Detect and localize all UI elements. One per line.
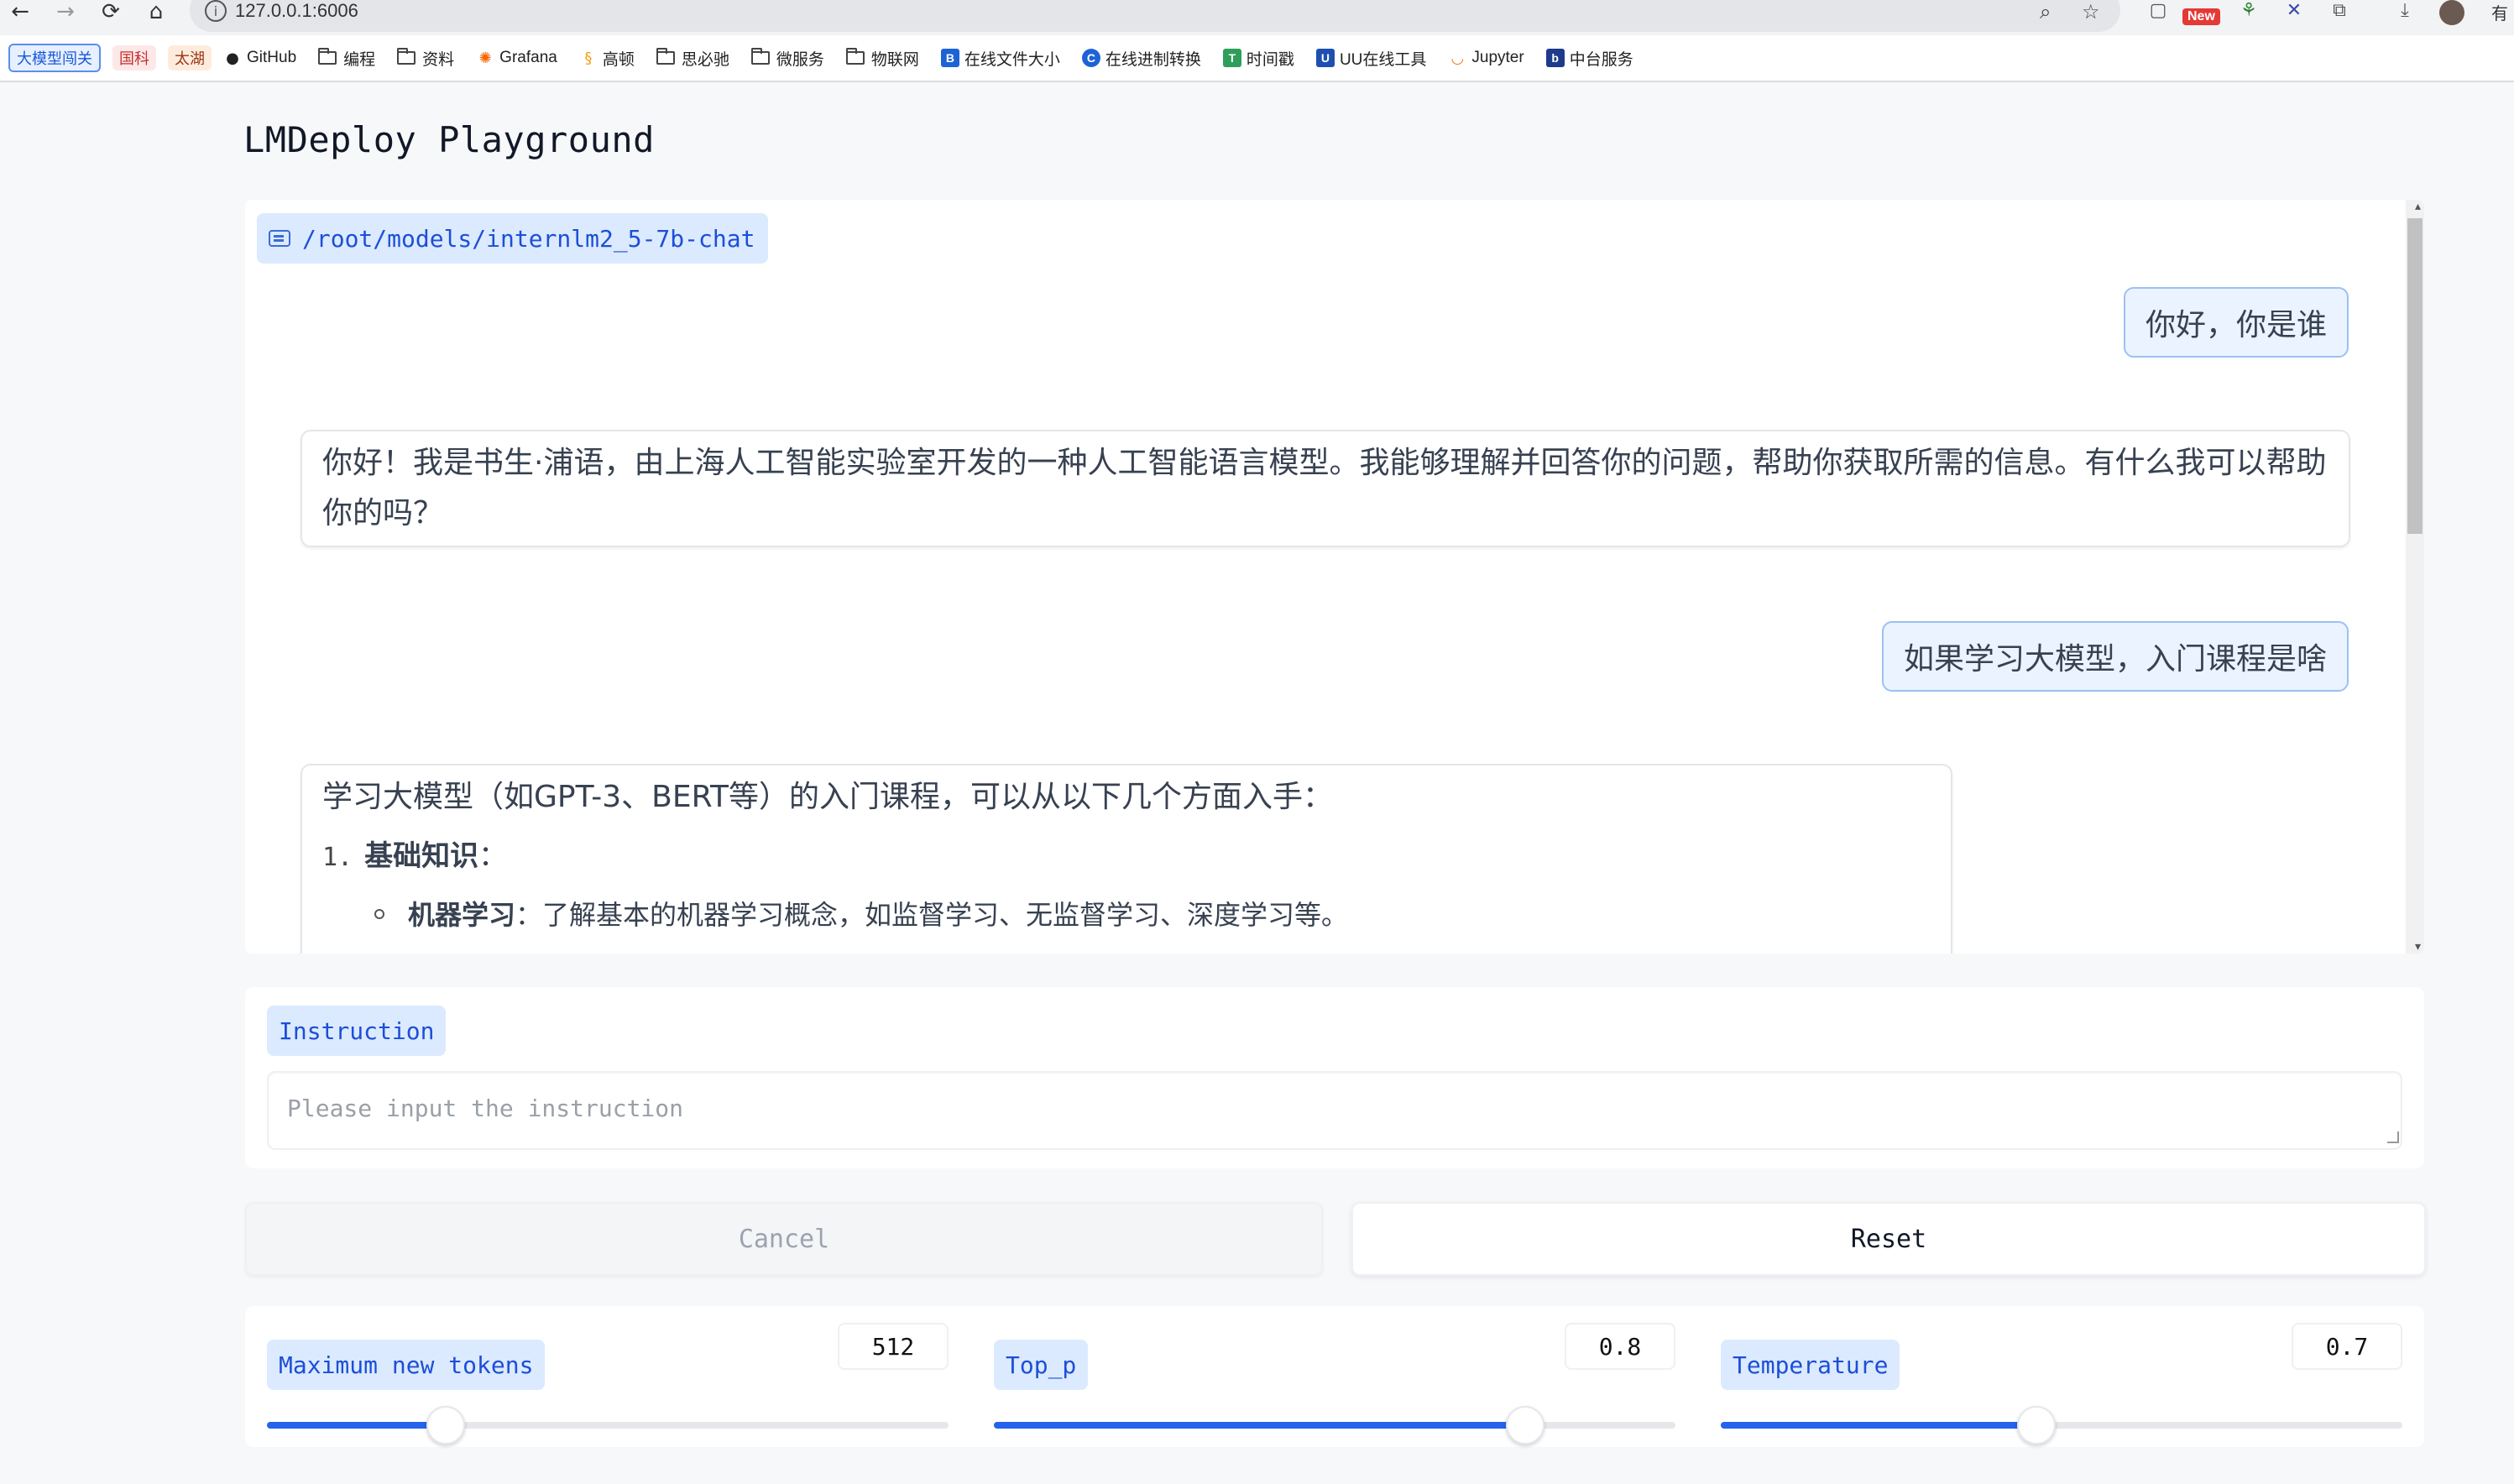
slider-thumb[interactable]	[2016, 1406, 2056, 1445]
slider-thumb[interactable]	[1506, 1406, 1545, 1445]
user-message: 如果学习大模型，入门课程是啥	[1881, 621, 2349, 692]
folder-icon	[750, 48, 770, 65]
scroll-down-icon[interactable]: ▾	[2415, 940, 2421, 954]
browser-toolbar: ← → ⟳ ⌂ i 127.0.0.1:6006 ⌕ ☆ ▢ New ⚘ ✕ ⧉…	[0, 0, 2514, 35]
bookmark-file-size[interactable]: B 在线文件大小	[940, 47, 1060, 70]
top-p-value[interactable]: 0.8	[1565, 1323, 1675, 1370]
jupyter-icon: ◡	[1450, 49, 1465, 67]
download-icon[interactable]: ⤓	[2392, 0, 2417, 25]
zoom-icon[interactable]: ⌕	[2040, 0, 2051, 24]
bookmark-platform[interactable]: b 中台服务	[1545, 47, 1633, 70]
assistant-message: 你好！我是书生·浦语，由上海人工智能实验室开发的一种人工智能语言模型。我能够理解…	[301, 430, 2350, 547]
c-icon: C	[1081, 49, 1100, 67]
bookmark-folder[interactable]: 编程	[318, 47, 375, 70]
generation-params-card: Maximum new tokens 512 Top_p 0.8 Tempera…	[245, 1306, 2424, 1447]
folder-icon	[397, 48, 416, 65]
chat-scrollbar[interactable]: ▴ ▾	[2406, 200, 2424, 954]
platform-icon: b	[1545, 49, 1565, 67]
address-bar[interactable]	[190, 0, 2120, 32]
leaf-extension-icon[interactable]: ⚘	[2236, 0, 2261, 25]
list-title: 基础知识	[364, 839, 479, 873]
cancel-button[interactable]: Cancel	[245, 1202, 1323, 1276]
temperature-slider-group: Temperature 0.7	[1721, 1323, 2402, 1445]
bookmark-uu-tools[interactable]: U UU在线工具	[1315, 47, 1426, 70]
forward-icon[interactable]: →	[49, 0, 82, 24]
folder-icon	[845, 48, 865, 65]
chat-bubble-icon	[269, 230, 290, 247]
folder-icon	[318, 48, 337, 65]
resize-handle-icon[interactable]	[2387, 1131, 2399, 1143]
new-badge[interactable]: New	[2182, 8, 2220, 25]
bookmark-folder[interactable]: 物联网	[845, 47, 919, 70]
bookmark-tag[interactable]: 太湖	[168, 45, 212, 71]
top-p-slider-group: Top_p 0.8	[994, 1323, 1675, 1445]
bookmark-folder[interactable]: 资料	[397, 47, 454, 70]
assistant-message: 学习大模型（如GPT-3、BERT等）的入门课程，可以从以下几个方面入手： 1.…	[301, 764, 1952, 954]
chat-panel: /root/models/internlm2_5-7b-chat 你好，你是谁 …	[245, 200, 2424, 954]
slider-fill	[1721, 1422, 2036, 1429]
max-tokens-value[interactable]: 512	[838, 1323, 949, 1370]
site-info-icon[interactable]: i	[205, 0, 227, 22]
instruction-card: Instruction	[245, 987, 2424, 1168]
bookmark-timestamp[interactable]: T 时间戳	[1222, 47, 1294, 70]
max-tokens-slider[interactable]	[267, 1406, 949, 1445]
slider-fill	[994, 1422, 1526, 1429]
sub-text: ：了解基本的机器学习概念，如监督学习、无监督学习、深度学习等。	[515, 899, 1349, 931]
puzzle-icon[interactable]: ⧉	[2327, 0, 2352, 25]
grafana-icon: ✺	[478, 49, 492, 67]
bookmark-folder[interactable]: 微服务	[750, 47, 824, 70]
temperature-label: Temperature	[1721, 1340, 1900, 1390]
url-text[interactable]: 127.0.0.1:6006	[235, 0, 358, 22]
bookmark-grafana[interactable]: ✺ Grafana	[476, 49, 557, 67]
instruction-input[interactable]	[267, 1071, 2402, 1150]
bullet-icon	[374, 909, 384, 919]
bookmark-hex-convert[interactable]: C 在线进制转换	[1081, 47, 1201, 70]
sub-list-item: 机器学习 ：了解基本的机器学习概念，如监督学习、无监督学习、深度学习等。	[374, 890, 1931, 940]
bookmark-gaodun[interactable]: § 高顿	[579, 47, 635, 70]
slider-thumb[interactable]	[426, 1406, 465, 1445]
bookmark-star-icon[interactable]: ☆	[2082, 0, 2100, 24]
list-number: 1.	[322, 843, 353, 872]
home-icon[interactable]: ⌂	[139, 0, 173, 24]
top-p-label: Top_p	[994, 1340, 1089, 1390]
back-icon[interactable]: ←	[3, 0, 37, 24]
sub-title: 机器学习	[408, 899, 516, 931]
extension-icon[interactable]: ▢	[2146, 0, 2171, 25]
user-message: 你好，你是谁	[2123, 287, 2349, 358]
github-icon: ●	[226, 49, 239, 67]
model-label: /root/models/internlm2_5-7b-chat	[257, 213, 769, 264]
top-p-slider[interactable]	[994, 1406, 1675, 1445]
model-name: /root/models/internlm2_5-7b-chat	[302, 224, 755, 253]
bookmark-github[interactable]: ● GitHub	[223, 49, 296, 67]
u-icon: U	[1315, 49, 1335, 67]
translate-extension-icon[interactable]: ✕	[2281, 0, 2307, 25]
temperature-value[interactable]: 0.7	[2292, 1323, 2402, 1370]
instruction-label: Instruction	[267, 1006, 447, 1056]
gaodun-icon: §	[584, 49, 593, 67]
page-title: LMDeploy Playground	[243, 119, 655, 160]
list-colon: ：	[478, 839, 508, 873]
bookmark-tag[interactable]: 国科	[112, 45, 156, 71]
b-icon: B	[940, 49, 959, 67]
reload-icon[interactable]: ⟳	[94, 0, 128, 24]
profile-avatar[interactable]	[2439, 0, 2464, 25]
max-tokens-slider-group: Maximum new tokens 512	[267, 1323, 949, 1445]
scroll-thumb[interactable]	[2407, 218, 2423, 534]
max-tokens-label: Maximum new tokens	[267, 1340, 546, 1390]
list-item: 1. 基础知识：	[322, 824, 1931, 890]
t-icon: T	[1222, 49, 1241, 67]
bookmark-tag[interactable]: 大模型闯关	[8, 44, 101, 72]
bookmarks-bar: 大模型闯关 国科 太湖 ● GitHub 编程 资料 ✺ Grafana § 高顿 思…	[0, 35, 2514, 82]
slider-fill	[267, 1422, 446, 1429]
bookmark-jupyter[interactable]: ◡ Jupyter	[1448, 49, 1524, 67]
reset-button[interactable]: Reset	[1351, 1202, 2426, 1276]
edge-text: 有	[2491, 5, 2508, 24]
scroll-up-icon[interactable]: ▴	[2415, 200, 2421, 213]
assistant-intro: 学习大模型（如GPT-3、BERT等）的入门课程，可以从以下几个方面入手：	[322, 780, 1334, 814]
folder-icon	[656, 48, 675, 65]
temperature-slider[interactable]	[1721, 1406, 2402, 1445]
bookmark-folder[interactable]: 思必驰	[656, 47, 729, 70]
